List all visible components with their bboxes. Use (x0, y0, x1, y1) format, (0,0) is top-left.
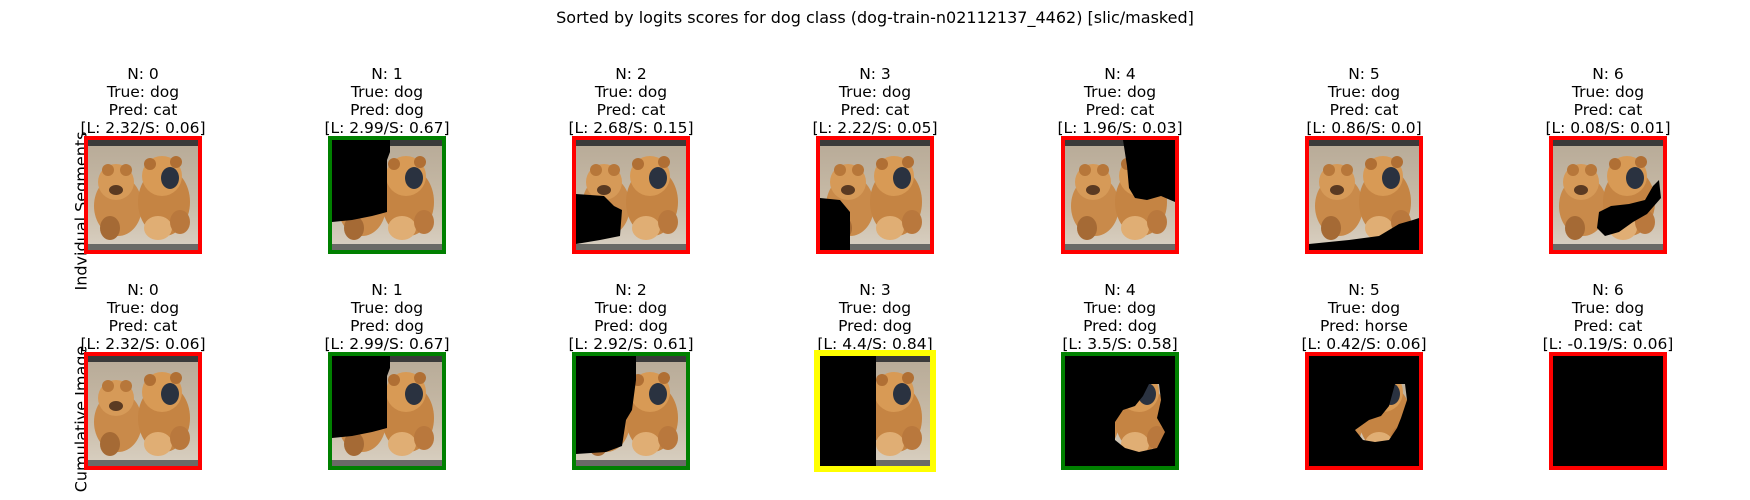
dog-image (1065, 140, 1175, 250)
cell-title-scores: [L: 2.22/S: 0.05] (812, 119, 938, 137)
segment-thumbnail (1305, 352, 1423, 470)
cell-title-pred: Pred: cat (840, 101, 910, 119)
cell-title: N: 0 True: dog Pred: cat [L: 2.32/S: 0.06] (43, 281, 243, 353)
cell-title-pred: Pred: horse (1320, 317, 1408, 335)
cell-title-n: N: 4 (1104, 65, 1136, 83)
segment-thumbnail (84, 136, 202, 254)
cell-title-scores: [L: 0.86/S: 0.0] (1306, 119, 1422, 137)
cell-title: N: 4 True: dog Pred: dog [L: 3.5/S: 0.58] (1020, 281, 1220, 353)
cell-title-true-label: True: dog (106, 83, 180, 101)
cell-title-true-label: True: dog (1327, 299, 1401, 317)
cell-title-scores: [L: 2.99/S: 0.67] (324, 335, 450, 353)
cell-title-n: N: 3 (859, 65, 891, 83)
cell-title-true-label: True: dog (106, 299, 180, 317)
cell-title-scores: [L: 2.68/S: 0.15] (568, 119, 694, 137)
cell-title-true-label: True: dog (1083, 83, 1157, 101)
cell-title-true-label: True: dog (1571, 299, 1645, 317)
cell-title-true-label: True: dog (594, 83, 668, 101)
cell-title-true-label: True: dog (350, 83, 424, 101)
dog-image (576, 140, 686, 250)
segment-thumbnail (814, 350, 936, 472)
segment-thumbnail (84, 352, 202, 470)
cell-title-pred: Pred: dog (350, 101, 424, 119)
dog-image (88, 140, 198, 250)
dog-image (88, 356, 198, 466)
segment-thumbnail (328, 136, 446, 254)
segment-thumbnail (328, 352, 446, 470)
cell-title-scores: [L: 2.32/S: 0.06] (80, 119, 206, 137)
cell-title-pred: Pred: cat (108, 101, 178, 119)
cell-title-n: N: 0 (127, 65, 159, 83)
cell-title-pred: Pred: cat (1573, 317, 1643, 335)
cell-title-scores: [L: 3.5/S: 0.58] (1062, 335, 1178, 353)
segment-thumbnail (1305, 136, 1423, 254)
figure-title: Sorted by logits scores for dog class (d… (556, 8, 1194, 27)
dog-image (1309, 356, 1419, 466)
cell-title-scores: [L: 2.99/S: 0.67] (324, 119, 450, 137)
dog-image (1309, 140, 1419, 250)
cell-title-n: N: 2 (615, 65, 647, 83)
cell-title: N: 3 True: dog Pred: cat [L: 2.22/S: 0.05] (775, 65, 975, 137)
cell-title-pred: Pred: dog (350, 317, 424, 335)
cell-title-pred: Pred: dog (1083, 317, 1157, 335)
cell-title: N: 1 True: dog Pred: dog [L: 2.99/S: 0.67] (287, 281, 487, 353)
dog-image (1553, 140, 1663, 250)
cell-title-n: N: 6 (1592, 281, 1624, 299)
cell-title: N: 5 True: dog Pred: horse [L: 0.42/S: 0.06… (1264, 281, 1464, 353)
cell-title: N: 6 True: dog Pred: cat [L: 0.08/S: 0.01] (1508, 65, 1708, 137)
cell-title-true-label: True: dog (1083, 299, 1157, 317)
dog-image (576, 356, 686, 466)
segment-thumbnail (1061, 136, 1179, 254)
cell-title-true-label: True: dog (1571, 83, 1645, 101)
cell-title-scores: [L: 2.32/S: 0.06] (80, 335, 206, 353)
cell-title-true-label: True: dog (350, 299, 424, 317)
cell-title: N: 3 True: dog Pred: dog [L: 4.4/S: 0.84] (775, 281, 975, 353)
cell-title: N: 1 True: dog Pred: dog [L: 2.99/S: 0.67] (287, 65, 487, 137)
cell-title-n: N: 1 (371, 65, 403, 83)
cell-title-scores: [L: 2.92/S: 0.61] (568, 335, 694, 353)
cell-title-true-label: True: dog (594, 299, 668, 317)
segment-thumbnail (1549, 136, 1667, 254)
cell-title-n: N: 6 (1592, 65, 1624, 83)
cell-title: N: 2 True: dog Pred: dog [L: 2.92/S: 0.61] (531, 281, 731, 353)
cell-title-n: N: 5 (1348, 65, 1380, 83)
cell-title: N: 2 True: dog Pred: cat [L: 2.68/S: 0.15] (531, 65, 731, 137)
cell-title-pred: Pred: cat (596, 101, 666, 119)
cell-title: N: 6 True: dog Pred: cat [L: -0.19/S: 0.06] (1508, 281, 1708, 353)
cell-title-scores: [L: -0.19/S: 0.06] (1542, 335, 1674, 353)
cell-title-true-label: True: dog (838, 299, 912, 317)
cell-title-n: N: 3 (859, 281, 891, 299)
cell-title-n: N: 1 (371, 281, 403, 299)
cell-title-n: N: 4 (1104, 281, 1136, 299)
cell-title-scores: [L: 0.08/S: 0.01] (1545, 119, 1671, 137)
dog-image (820, 356, 930, 466)
cell-title: N: 5 True: dog Pred: cat [L: 0.86/S: 0.0] (1264, 65, 1464, 137)
cell-title-n: N: 0 (127, 281, 159, 299)
cell-title-n: N: 5 (1348, 281, 1380, 299)
segment-thumbnail (572, 352, 690, 470)
segment-thumbnail (572, 136, 690, 254)
dog-image (332, 356, 442, 466)
dog-image (1553, 356, 1663, 466)
dog-image (820, 140, 930, 250)
cell-title-true-label: True: dog (1327, 83, 1401, 101)
cell-title-scores: [L: 0.42/S: 0.06] (1301, 335, 1427, 353)
cell-title-scores: [L: 1.96/S: 0.03] (1057, 119, 1183, 137)
cell-title-pred: Pred: cat (1085, 101, 1155, 119)
segment-thumbnail (1549, 352, 1667, 470)
cell-title-pred: Pred: dog (594, 317, 668, 335)
cell-title-true-label: True: dog (838, 83, 912, 101)
cell-title-pred: Pred: dog (838, 317, 912, 335)
cell-title-pred: Pred: cat (1329, 101, 1399, 119)
segment-thumbnail (1061, 352, 1179, 470)
dog-image (1065, 356, 1175, 466)
cell-title: N: 4 True: dog Pred: cat [L: 1.96/S: 0.03] (1020, 65, 1220, 137)
cell-title-pred: Pred: cat (108, 317, 178, 335)
cell-title-n: N: 2 (615, 281, 647, 299)
cell-title-pred: Pred: cat (1573, 101, 1643, 119)
dog-image (332, 140, 442, 250)
segment-thumbnail (816, 136, 934, 254)
cell-title: N: 0 True: dog Pred: cat [L: 2.32/S: 0.06] (43, 65, 243, 137)
